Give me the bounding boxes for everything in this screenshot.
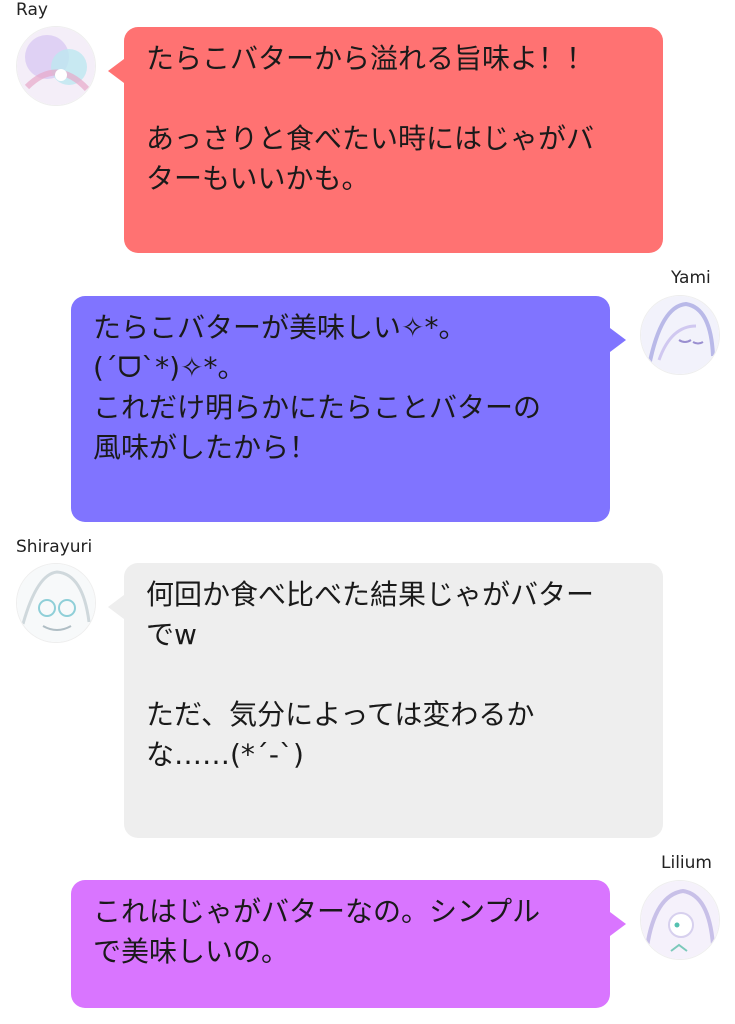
avatar-yami-image xyxy=(641,296,719,374)
sender-name: Ray xyxy=(16,0,48,20)
avatar-ray-image xyxy=(17,27,95,105)
avatar-yami[interactable] xyxy=(640,295,720,375)
message-line: (´ᗜ`*)✧*。 xyxy=(93,351,246,384)
avatar-shirayuri[interactable] xyxy=(16,563,96,643)
message-line: これはじゃがバターなの。シンプル xyxy=(93,895,541,928)
message-bubble: たらこバターから溢れる旨味よ！！ あっさりと食べたい時にはじゃがバ ターもいいか… xyxy=(108,27,663,253)
message-line: たらこバターから溢れる旨味よ！！ xyxy=(146,42,595,75)
message-line: これだけ明らかにたらことバターの xyxy=(93,391,542,424)
message-line xyxy=(146,655,641,695)
message-line: でw xyxy=(146,618,197,651)
avatar-shirayuri-image xyxy=(17,564,95,642)
avatar-lilium[interactable] xyxy=(640,880,720,960)
avatar-lilium-image xyxy=(641,881,719,959)
message-bubble: これはじゃがバターなの。シンプル で美味しいの。 xyxy=(71,880,626,1008)
message-line: あっさりと食べたい時にはじゃがバ xyxy=(146,122,595,155)
message-line: 何回か食べ比べた結果じゃがバター xyxy=(146,578,595,611)
message-line xyxy=(146,79,641,119)
message-line: ターもいいかも。 xyxy=(146,162,370,195)
message-line: ただ、気分によっては変わるか xyxy=(146,698,535,731)
message-bubble: 何回か食べ比べた結果じゃがバター でw ただ、気分によっては変わるか な……(*… xyxy=(108,563,663,838)
message-line: たらこバターが美味しい✧*。 xyxy=(93,311,467,344)
message-line: な……(*´-`) xyxy=(146,738,304,771)
message-line: で美味しいの。 xyxy=(93,935,290,968)
message-bubble: たらこバターが美味しい✧*。 (´ᗜ`*)✧*。 これだけ明らかにたらことバター… xyxy=(71,296,626,522)
sender-name: Yami xyxy=(671,268,711,288)
message-line: 風味がしたから！ xyxy=(93,431,318,464)
sender-name: Shirayuri xyxy=(16,537,93,557)
sender-name: Lilium xyxy=(661,853,712,873)
avatar-ray[interactable] xyxy=(16,26,96,106)
